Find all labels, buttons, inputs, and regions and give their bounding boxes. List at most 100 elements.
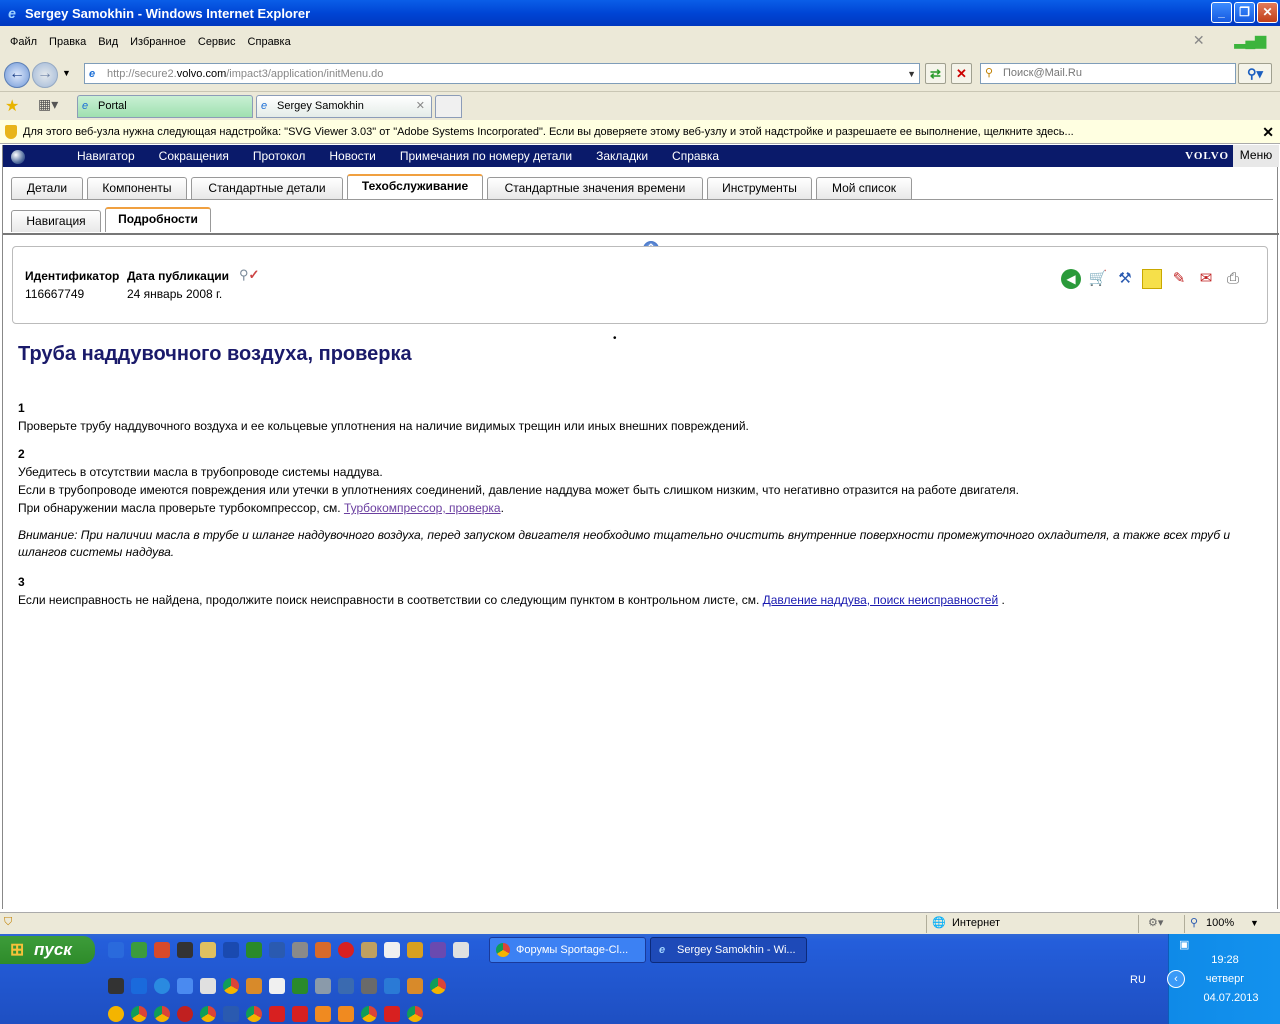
quicklaunch-icon[interactable] (361, 1006, 377, 1022)
tab-standard-times[interactable]: Стандартные значения времени (487, 177, 703, 199)
menu-favorites[interactable]: Избранное (124, 36, 192, 48)
quicklaunch-icon[interactable] (315, 942, 331, 958)
nav-news[interactable]: Новости (317, 149, 387, 163)
stop-button[interactable]: ✕ (951, 63, 972, 84)
tab-my-list[interactable]: Мой список (816, 177, 912, 199)
quicklaunch-icon[interactable] (200, 978, 216, 994)
tab-details[interactable]: Подробности (105, 207, 211, 232)
nav-protocol[interactable]: Протокол (241, 149, 318, 163)
quicklaunch-icon[interactable] (453, 942, 469, 958)
favorites-star-icon[interactable]: ★ (5, 96, 19, 116)
quicklaunch-icon[interactable] (200, 1006, 216, 1022)
menu-view[interactable]: Вид (92, 36, 124, 48)
task-ie-window[interactable]: e Sergey Samokhin - Wi... (650, 937, 807, 963)
quicklaunch-icon[interactable] (246, 942, 262, 958)
protected-mode-icon[interactable]: ⚙▾ (1148, 916, 1163, 929)
search-input[interactable]: ⚲ Поиск@Mail.Ru (980, 63, 1236, 84)
note-icon[interactable] (1142, 269, 1162, 289)
quicklaunch-icon[interactable] (361, 942, 377, 958)
quicklaunch-icon[interactable] (269, 978, 285, 994)
menu-tools[interactable]: Сервис (192, 36, 242, 48)
quicklaunch-icon[interactable] (361, 978, 377, 994)
quicklaunch-icon[interactable] (384, 942, 400, 958)
network-icon[interactable]: ▣ (1179, 938, 1189, 951)
printer-icon[interactable]: ⎙ (1223, 269, 1243, 289)
nav-help[interactable]: Справка (660, 149, 731, 163)
new-tab-button[interactable] (435, 95, 462, 118)
quicklaunch-icon[interactable] (223, 1006, 239, 1022)
back-button[interactable]: ← (4, 62, 30, 88)
send-icon[interactable]: ✉ (1196, 269, 1216, 289)
refresh-button[interactable]: ⇄ (925, 63, 946, 84)
history-dropdown-icon[interactable]: ▼ (62, 68, 71, 78)
information-bar[interactable]: Для этого веб-узла нужна следующая надст… (0, 120, 1280, 144)
tab-standard-parts[interactable]: Стандартные детали (191, 177, 343, 199)
menu-file[interactable]: Файл (4, 36, 43, 48)
quicklaunch-icon[interactable] (177, 1006, 193, 1022)
nav-navigator[interactable]: Навигатор (65, 149, 147, 163)
search-button[interactable]: ⚲▾ (1238, 63, 1272, 84)
infobar-close-icon[interactable]: ✕ (1262, 120, 1274, 144)
close-button[interactable]: ✕ (1257, 2, 1278, 23)
quicklaunch-icon[interactable] (292, 942, 308, 958)
nav-abbreviations[interactable]: Сокращения (147, 149, 241, 163)
close-toolbar-icon[interactable]: ✕ (1187, 32, 1211, 49)
quicklaunch-icon[interactable] (223, 978, 239, 994)
quicklaunch-icon[interactable] (131, 978, 147, 994)
address-dropdown-icon[interactable]: ▼ (907, 69, 916, 79)
clipboard-edit-icon[interactable]: ✎ (1169, 269, 1189, 289)
quicklaunch-icon[interactable] (430, 978, 446, 994)
quicklaunch-icon[interactable] (384, 1006, 400, 1022)
quicklaunch-icon[interactable] (246, 1006, 262, 1022)
quicklaunch-icon[interactable] (384, 978, 400, 994)
quicklaunch-icon[interactable] (108, 1006, 124, 1022)
tab-parts[interactable]: Детали (11, 177, 83, 199)
tab-navigation[interactable]: Навигация (11, 210, 101, 232)
start-button[interactable]: ⊞ пуск (0, 936, 95, 964)
quicklaunch-icon[interactable] (131, 942, 147, 958)
forward-button[interactable]: → (32, 62, 58, 88)
quicklaunch-icon[interactable] (154, 942, 170, 958)
task-forums-chrome[interactable]: Форумы Sportage-Cl... (489, 937, 646, 963)
menu-button[interactable]: Меню (1233, 145, 1279, 167)
maximize-button[interactable]: ❐ (1234, 2, 1255, 23)
clock-time[interactable]: 19:28 (1169, 954, 1280, 966)
menu-help[interactable]: Справка (242, 36, 297, 48)
nav-part-notes[interactable]: Примечания по номеру детали (388, 149, 584, 163)
tab-components[interactable]: Компоненты (87, 177, 187, 199)
address-field[interactable]: e http://secure2.volvo.com/impact3/appli… (84, 63, 920, 84)
boost-pressure-link[interactable]: Давление наддува, поиск неисправностей (763, 593, 999, 607)
quicklaunch-icon[interactable] (154, 1006, 170, 1022)
quicklaunch-icon[interactable] (269, 1006, 285, 1022)
quicklaunch-icon[interactable] (269, 942, 285, 958)
zoom-icon[interactable]: ⚲ (1190, 916, 1198, 929)
quicklaunch-icon[interactable] (407, 942, 423, 958)
language-indicator[interactable]: RU (1130, 974, 1146, 986)
quicklaunch-icon[interactable] (223, 942, 239, 958)
quicklaunch-icon[interactable] (292, 1006, 308, 1022)
quicklaunch-icon[interactable] (338, 1006, 354, 1022)
quicklaunch-icon[interactable] (430, 942, 446, 958)
quicklaunch-icon[interactable] (338, 942, 354, 958)
quick-tabs-icon[interactable]: ▦▾ (38, 96, 58, 113)
zoom-level[interactable]: 100% (1206, 917, 1234, 929)
tab-portal[interactable]: e Portal (77, 95, 253, 118)
quicklaunch-icon[interactable] (315, 978, 331, 994)
minimize-button[interactable]: _ (1211, 2, 1232, 23)
quicklaunch-icon[interactable] (407, 1006, 423, 1022)
back-arrow-icon[interactable]: ◀ (1061, 269, 1081, 289)
menu-edit[interactable]: Правка (43, 36, 92, 48)
tab-close-icon[interactable]: ✕ (416, 96, 425, 117)
quicklaunch-icon[interactable] (200, 942, 216, 958)
nav-bookmarks[interactable]: Закладки (584, 149, 660, 163)
quicklaunch-icon[interactable] (246, 978, 262, 994)
quicklaunch-icon[interactable] (315, 1006, 331, 1022)
quicklaunch-icon[interactable] (177, 942, 193, 958)
quicklaunch-icon[interactable] (292, 978, 308, 994)
quicklaunch-icon[interactable] (108, 942, 124, 958)
tab-tools[interactable]: Инструменты (707, 177, 812, 199)
cart-icon[interactable]: 🛒 (1088, 269, 1108, 289)
turbo-check-link[interactable]: Турбокомпрессор, проверка (344, 501, 501, 515)
quicklaunch-icon[interactable] (177, 978, 193, 994)
tab-sergey-samokhin[interactable]: e Sergey Samokhin ✕ (256, 95, 432, 118)
